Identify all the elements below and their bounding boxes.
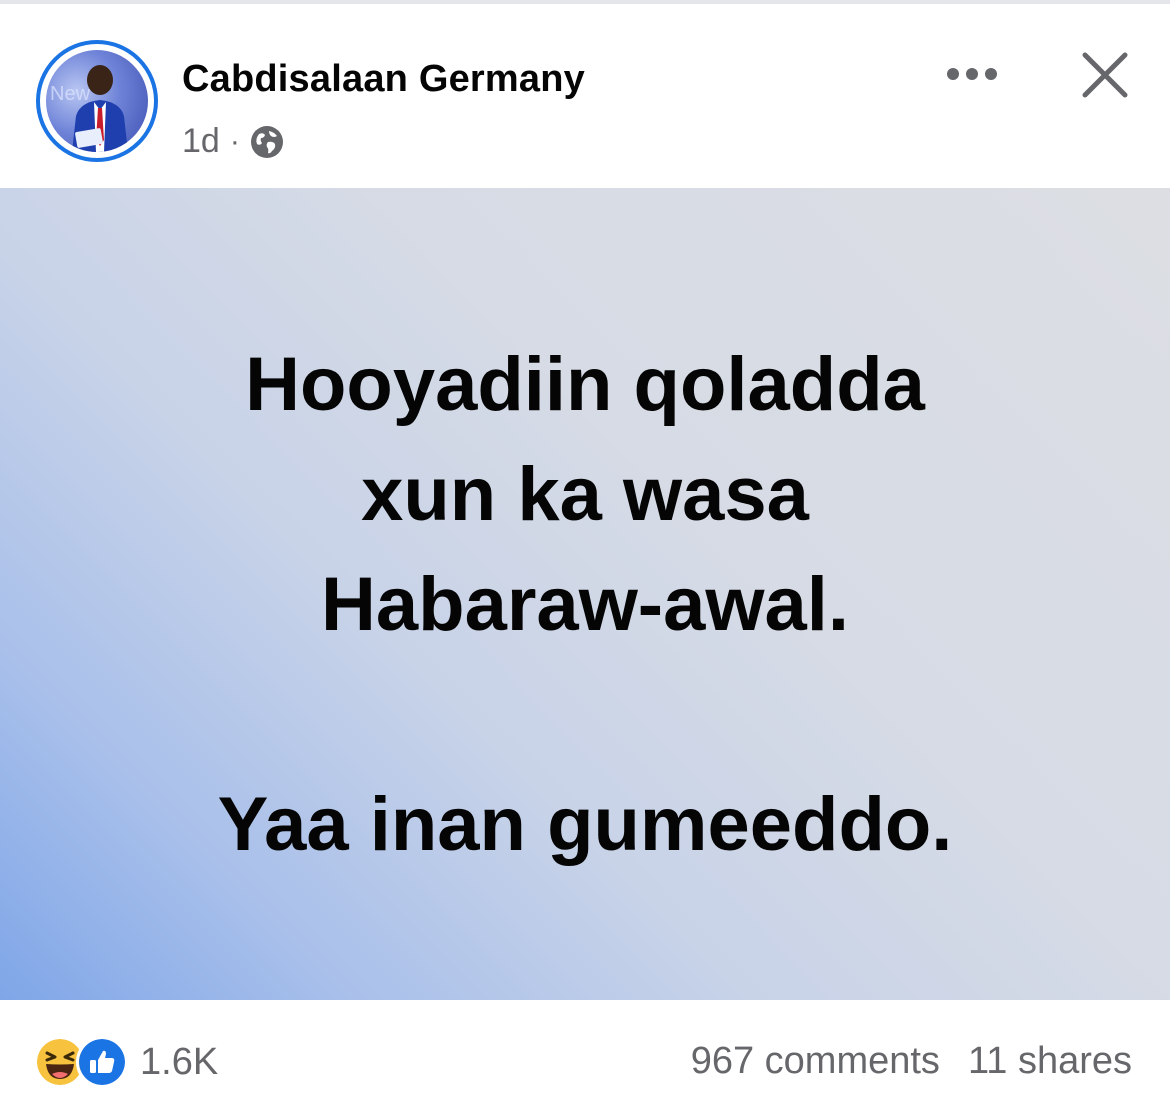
post-header: New Cabdisalaan Germany 1d · — [0, 4, 1170, 188]
close-button[interactable] — [1072, 42, 1138, 108]
post-line: xun ka wasa — [361, 452, 809, 537]
avatar-photo: New — [50, 65, 128, 152]
reactions-summary[interactable]: 1.6K — [34, 1036, 218, 1088]
meta-separator: · — [229, 124, 240, 158]
globe-icon[interactable] — [250, 125, 284, 159]
post-text: Hooyadiin qoladda xun ka wasa Habaraw-aw… — [0, 330, 1170, 880]
avatar-button[interactable]: New — [36, 40, 158, 162]
more-options-icon — [947, 68, 997, 80]
avatar: New — [46, 50, 148, 152]
like-reaction-icon — [76, 1036, 128, 1088]
post-line: Habaraw-awal. — [321, 562, 849, 647]
shares-link[interactable]: 11 shares — [968, 1040, 1132, 1083]
comments-link[interactable]: 967 comments — [691, 1040, 940, 1083]
author-name[interactable]: Cabdisalaan Germany — [182, 58, 585, 101]
post-line: Hooyadiin qoladda — [245, 342, 925, 427]
post-line-gap — [0, 660, 1170, 770]
post-text-background[interactable]: Hooyadiin qoladda xun ka wasa Habaraw-aw… — [0, 188, 1170, 1000]
svg-text:New: New — [50, 83, 91, 105]
reaction-count: 1.6K — [140, 1040, 219, 1083]
engagement-counts: 967 comments 11 shares — [691, 1040, 1132, 1083]
post-meta: 1d · — [182, 122, 284, 161]
post-line: Yaa inan gumeeddo. — [217, 782, 953, 867]
post-time[interactable]: 1d — [182, 122, 220, 161]
more-options-button[interactable] — [942, 52, 1002, 96]
close-icon — [1082, 52, 1128, 98]
post-footer: 1.6K 967 comments 11 shares — [0, 1000, 1170, 1110]
